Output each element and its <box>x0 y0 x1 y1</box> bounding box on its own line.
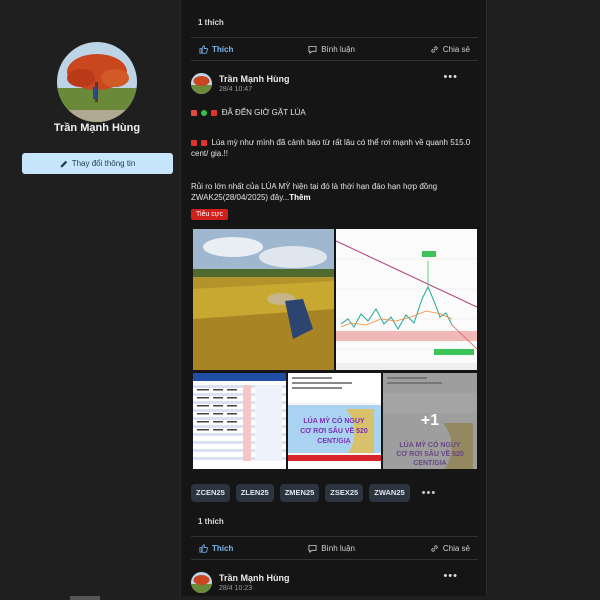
author-avatar[interactable] <box>191 73 212 94</box>
like-button[interactable]: Thích <box>199 45 233 54</box>
link-icon <box>431 45 438 53</box>
post-body-2: Rủi ro lớn nhất của LÚA MỲ hiện tại đó l… <box>191 181 478 203</box>
tag-zcen25[interactable]: ZCEN25 <box>191 484 230 502</box>
edit-profile-button[interactable]: Thay đổi thông tin <box>22 153 173 174</box>
like-button[interactable]: Thích <box>199 544 233 553</box>
tag-zlen25[interactable]: ZLEN25 <box>235 484 274 502</box>
post-action-bar: Thích Bình luận Chia sẻ <box>191 37 478 61</box>
thumbs-up-icon <box>199 543 208 553</box>
body-line-1: Lúa mỳ như mình đã cảnh báo từ rất lâu c… <box>191 138 471 158</box>
vertical-scrollbar[interactable] <box>592 0 598 600</box>
green-heart-icon <box>201 109 208 116</box>
comment-label: Bình luận <box>321 543 356 553</box>
comment-icon <box>308 544 317 553</box>
svg-text:LÚA MỲ CÓ NGUY: LÚA MỲ CÓ NGUY <box>303 416 365 425</box>
post-image-field[interactable] <box>193 229 334 370</box>
profile-avatar[interactable] <box>57 42 137 122</box>
like-label: Thích <box>212 543 234 553</box>
share-button[interactable]: Chia sẻ <box>430 45 470 54</box>
svg-text:CENT/GIẠ: CENT/GIẠ <box>317 438 350 445</box>
post-likes-count[interactable]: 1 thích <box>198 517 224 526</box>
post-body-1: Lúa mỳ như mình đã cảnh báo từ rất lâu c… <box>191 137 478 159</box>
post-header: Trần Mạnh Hùng 28/4 10:47 ••• <box>191 71 478 99</box>
profile-sidebar: Trần Mạnh Hùng Thay đổi thông tin <box>0 0 180 600</box>
flag-icon <box>191 109 197 116</box>
post-headline: ĐÃ ĐẾN GIỜ GẶT LÚA <box>191 107 478 118</box>
post-time[interactable]: 28/4 10:47 <box>219 86 252 93</box>
like-label: Thích <box>212 44 234 54</box>
profile-name: Trần Mạnh Hùng <box>53 122 141 134</box>
share-label: Chia sẻ <box>442 543 470 553</box>
post-image-caption-1[interactable]: LÚA MỲ CÓ NGUY CƠ RƠI SÂU VỀ 520 CENT/GI… <box>288 373 381 469</box>
more-tags-button[interactable]: ••• <box>416 484 443 502</box>
more-images-overlay[interactable]: +1 <box>383 373 477 469</box>
body-line-2: Rủi ro lớn nhất của LÚA MỲ hiện tại đó l… <box>191 182 438 202</box>
sentiment-badge: Tiêu cực <box>191 209 228 220</box>
ticker-tags: ZCEN25 ZLEN25 ZMEN25 ZSEX25 ZWAN25 ••• <box>191 484 442 502</box>
post-options-button[interactable]: ••• <box>443 71 458 83</box>
comment-label: Bình luận <box>321 44 356 54</box>
red-square-icon <box>211 109 218 116</box>
edit-profile-label: Thay đổi thông tin <box>71 159 136 168</box>
horizontal-scrollbar[interactable] <box>0 596 600 600</box>
thumbs-up-icon <box>199 44 208 54</box>
alert-icon <box>191 139 197 146</box>
post-options-button[interactable]: ••• <box>443 570 458 582</box>
tag-zmen25[interactable]: ZMEN25 <box>279 484 320 502</box>
post-image-chart[interactable] <box>336 229 477 370</box>
edit-icon <box>60 160 67 167</box>
comment-icon <box>308 45 317 54</box>
likes-count[interactable]: 1 thích <box>198 18 224 27</box>
post-image-caption-2[interactable]: LÚA MỲ CÓ NGUY CƠ RƠI SÂU VỀ 520 CENT/GI… <box>383 373 477 469</box>
see-more-link[interactable]: Thêm <box>289 193 310 202</box>
post-time[interactable]: 28/4 10:23 <box>219 585 252 592</box>
headline-text: ĐÃ ĐẾN GIỜ GẶT LÚA <box>221 108 306 117</box>
author-avatar[interactable] <box>191 572 212 593</box>
scrollbar-thumb[interactable] <box>70 596 100 600</box>
alert-icon <box>201 139 208 146</box>
comment-button[interactable]: Bình luận <box>308 45 355 54</box>
share-label: Chia sẻ <box>442 44 470 54</box>
comment-button[interactable]: Bình luận <box>308 544 355 553</box>
tag-zwan25[interactable]: ZWAN25 <box>369 484 410 502</box>
feed: 1 thích Thích Bình luận Chia sẻ Trần Mạn… <box>180 0 487 600</box>
tag-zsex25[interactable]: ZSEX25 <box>325 484 364 502</box>
next-post-header: Trần Mạnh Hùng 28/4 10:23 ••• <box>191 570 478 598</box>
post-action-bar-main: Thích Bình luận Chia sẻ <box>191 536 478 560</box>
link-icon <box>431 544 438 552</box>
share-button[interactable]: Chia sẻ <box>430 544 470 553</box>
post-author[interactable]: Trần Mạnh Hùng <box>219 573 290 583</box>
post-image-table[interactable] <box>193 373 286 469</box>
post-author[interactable]: Trần Mạnh Hùng <box>219 74 290 84</box>
